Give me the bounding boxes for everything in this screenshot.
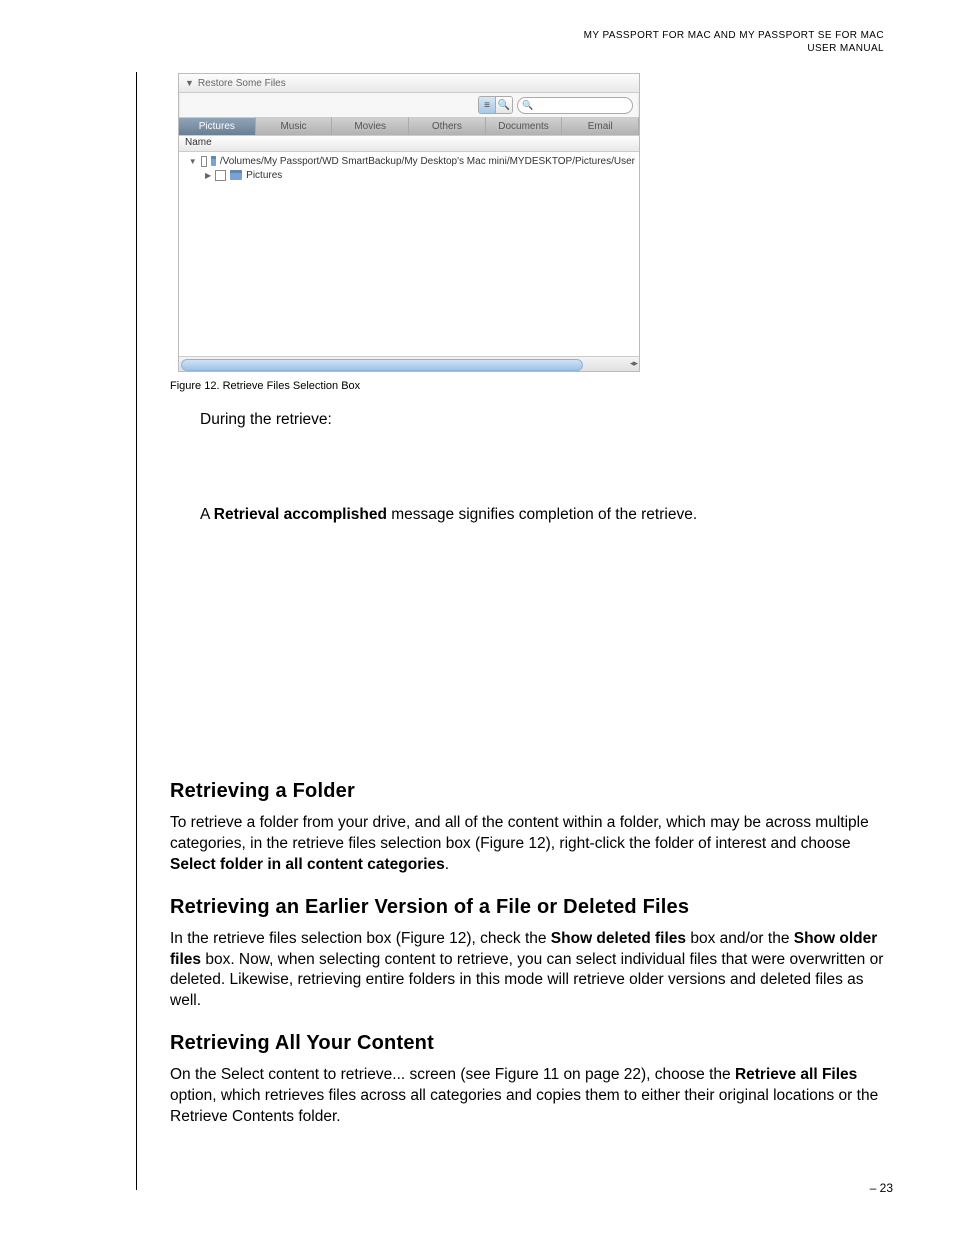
bold-text: Retrieval accomplished — [214, 506, 387, 523]
running-header: MY PASSPORT FOR MAC AND MY PASSPORT SE F… — [70, 30, 884, 55]
folder-icon — [211, 156, 216, 166]
heading-retrieving-earlier: Retrieving an Earlier Version of a File … — [170, 896, 884, 919]
magnifier-icon: 🔍 — [522, 100, 533, 111]
toolbar: ≡ 🔍 🔍 — [179, 93, 639, 117]
disclosure-right-icon[interactable]: ▶ — [205, 171, 211, 180]
page-number: – 23 — [870, 1181, 893, 1195]
checkbox[interactable] — [215, 170, 226, 181]
magnifier-icon: 🔍 — [498, 100, 510, 111]
tab-documents[interactable]: Documents — [486, 117, 563, 135]
tree-path: /Volumes/My Passport/WD SmartBackup/My D… — [220, 156, 635, 167]
figure-caption: Figure 12. Retrieve Files Selection Box — [170, 380, 884, 392]
scroll-arrows[interactable]: ◂▸ — [630, 358, 637, 369]
list-icon: ≡ — [484, 100, 490, 111]
checkbox[interactable] — [201, 156, 207, 167]
vertical-rule — [136, 72, 137, 1190]
horizontal-scrollbar[interactable]: ◂▸ — [179, 356, 639, 371]
folder-icon — [230, 170, 242, 180]
tree-child-label: Pictures — [246, 170, 282, 181]
para-retrieving-folder: To retrieve a folder from your drive, an… — [170, 813, 884, 876]
view-mode-segment: ≡ 🔍 — [478, 96, 513, 114]
disclosure-triangle-icon: ▼ — [185, 78, 194, 88]
category-tabs: Pictures Music Movies Others Documents E… — [179, 117, 639, 135]
tab-email[interactable]: Email — [562, 117, 639, 135]
column-header-name[interactable]: Name — [179, 135, 639, 152]
scroll-thumb[interactable] — [181, 359, 583, 371]
tab-others[interactable]: Others — [409, 117, 486, 135]
tree-row-child[interactable]: ▶ Pictures — [183, 168, 635, 182]
para-retrieving-all: On the Select content to retrieve... scr… — [170, 1065, 884, 1128]
text: . — [445, 856, 449, 873]
tab-label: Documents — [498, 121, 549, 132]
panel-title: Restore Some Files — [198, 78, 286, 89]
text: To retrieve a folder from your drive, an… — [170, 814, 869, 852]
text: option, which retrieves files across all… — [170, 1087, 878, 1125]
tab-music[interactable]: Music — [256, 117, 333, 135]
search-view-button[interactable]: 🔍 — [495, 97, 512, 113]
tab-label: Movies — [354, 121, 386, 132]
text: A — [200, 506, 214, 523]
spacer — [170, 445, 884, 505]
bold-text: Select folder in all content categories — [170, 856, 445, 873]
bold-text: Show deleted files — [551, 930, 686, 947]
content-column: ▼ Restore Some Files ≡ 🔍 🔍 P — [170, 73, 884, 1128]
tab-movies[interactable]: Movies — [332, 117, 409, 135]
heading-retrieving-all: Retrieving All Your Content — [170, 1032, 884, 1055]
tab-label: Pictures — [199, 121, 235, 132]
tab-label: Music — [280, 121, 306, 132]
search-input[interactable]: 🔍 — [517, 97, 633, 114]
page: MY PASSPORT FOR MAC AND MY PASSPORT SE F… — [0, 0, 954, 1235]
para-retrieving-earlier: In the retrieve files selection box (Fig… — [170, 929, 884, 1013]
panel-header: ▼ Restore Some Files — [179, 74, 639, 93]
disclosure-down-icon[interactable]: ▼ — [189, 157, 197, 166]
para-accomplished: A Retrieval accomplished message signifi… — [200, 505, 884, 526]
header-line2: USER MANUAL — [807, 43, 884, 54]
tab-pictures[interactable]: Pictures — [179, 117, 256, 135]
header-line1: MY PASSPORT FOR MAC AND MY PASSPORT SE F… — [584, 30, 884, 41]
tab-label: Email — [588, 121, 613, 132]
bold-text: Retrieve all Files — [735, 1066, 857, 1083]
tree-row-root[interactable]: ▼ /Volumes/My Passport/WD SmartBackup/My… — [183, 154, 635, 168]
para-during: During the retrieve: — [200, 410, 884, 431]
tab-label: Others — [432, 121, 462, 132]
spacer — [170, 540, 884, 760]
text: message signifies completion of the retr… — [387, 506, 697, 523]
text: In the retrieve files selection box (Fig… — [170, 930, 551, 947]
text: box. Now, when selecting content to retr… — [170, 951, 883, 1010]
list-view-button[interactable]: ≡ — [479, 97, 495, 113]
file-tree: ▼ /Volumes/My Passport/WD SmartBackup/My… — [179, 152, 639, 356]
screenshot-restore-box: ▼ Restore Some Files ≡ 🔍 🔍 P — [178, 73, 640, 372]
text: box and/or the — [686, 930, 794, 947]
heading-retrieving-folder: Retrieving a Folder — [170, 780, 884, 803]
text: On the Select content to retrieve... scr… — [170, 1066, 735, 1083]
